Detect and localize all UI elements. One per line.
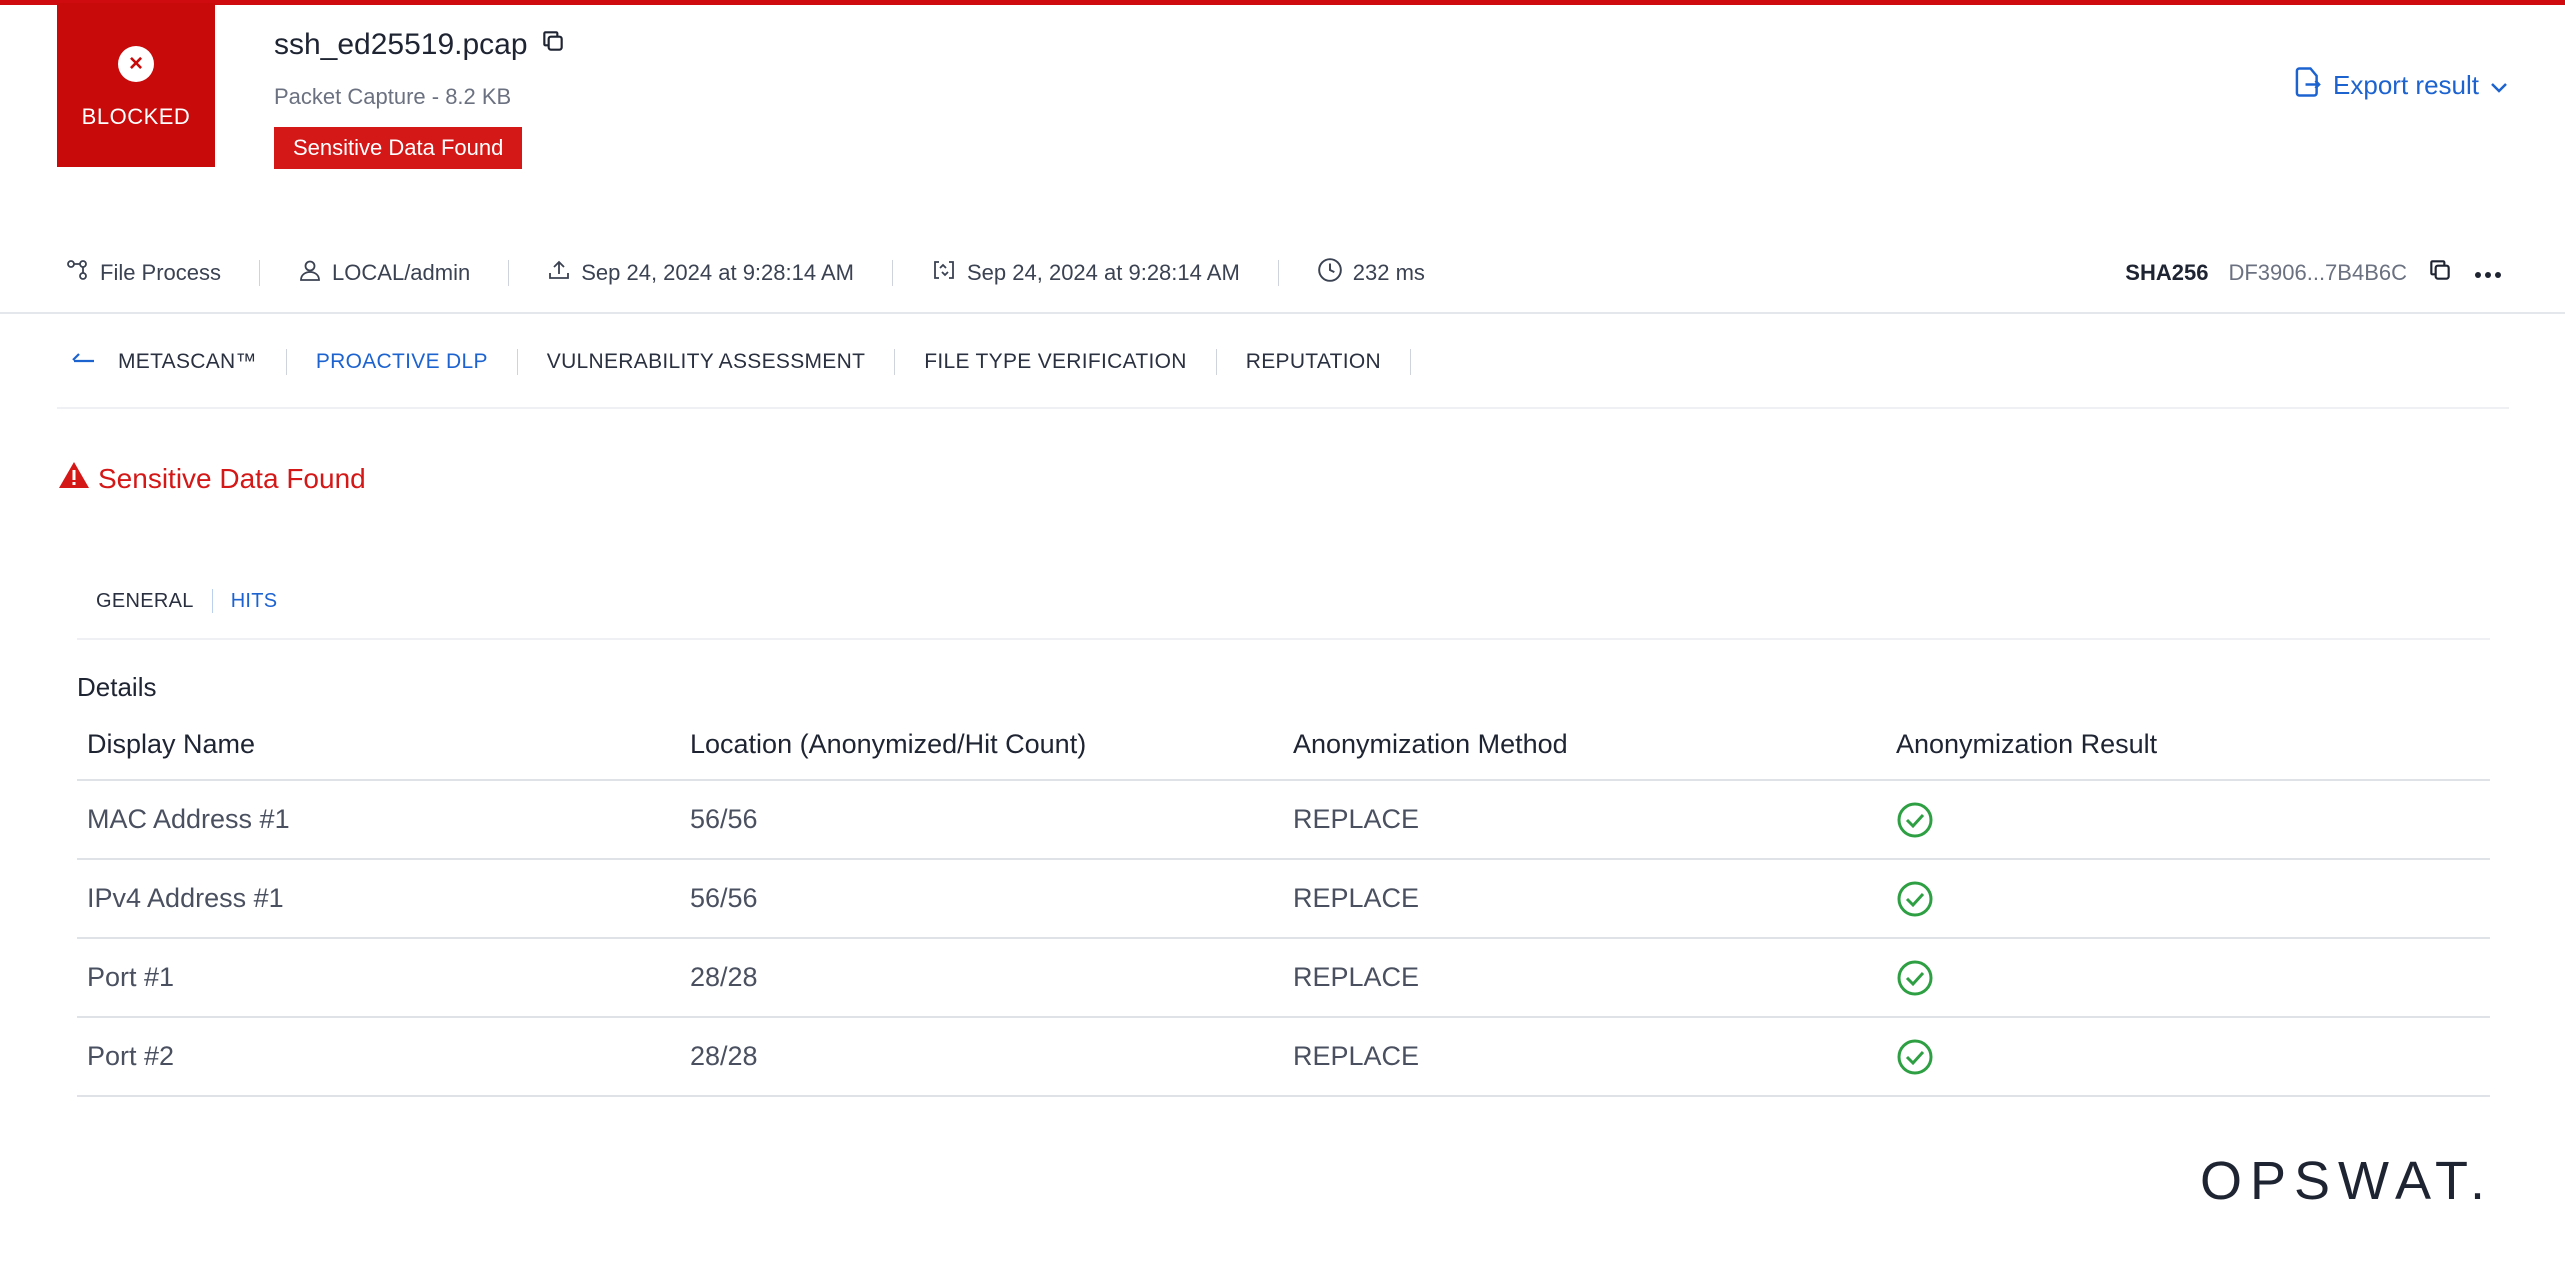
tab-file-type-verification[interactable]: FILE TYPE VERIFICATION xyxy=(924,350,1187,374)
table-row: Port #1 28/28 REPLACE xyxy=(77,938,2490,1018)
tab-proactive-dlp[interactable]: PROACTIVE DLP xyxy=(316,350,488,374)
tab-reputation[interactable]: REPUTATION xyxy=(1246,350,1381,374)
clock-icon xyxy=(1317,257,1343,289)
export-label: Export result xyxy=(2333,70,2479,100)
divider xyxy=(516,349,518,375)
cell-method: REPLACE xyxy=(1283,938,1886,1018)
warning-icon xyxy=(58,460,90,497)
hash-label: SHA256 xyxy=(2125,260,2209,285)
cell-result xyxy=(1886,1017,2490,1097)
subtab-hits[interactable]: HITS xyxy=(231,590,278,613)
table-row: IPv4 Address #1 56/56 REPLACE xyxy=(77,859,2490,939)
sensitive-data-tag: Sensitive Data Found xyxy=(274,127,523,169)
header-divider xyxy=(0,312,2565,314)
tab-metascan[interactable]: METASCAN™ xyxy=(118,350,257,374)
back-arrow-icon[interactable] xyxy=(70,350,96,374)
upload-time-item: Sep 24, 2024 at 9:28:14 AM xyxy=(547,258,854,288)
cell-method: REPLACE xyxy=(1283,780,1886,860)
hash-info: SHA256 DF3906...7B4B6C xyxy=(2125,252,2503,294)
col-location[interactable]: Location (Anonymized/Hit Count) xyxy=(680,710,1283,781)
file-process-label: File Process xyxy=(100,260,222,285)
divider xyxy=(1215,349,1217,375)
engine-tabs: METASCAN™ PROACTIVE DLP VULNERABILITY AS… xyxy=(70,344,1440,380)
more-options-icon[interactable] xyxy=(2473,260,2503,286)
check-circle-icon xyxy=(1897,802,1933,837)
cell-location: 56/56 xyxy=(680,859,1283,939)
divider xyxy=(1277,260,1279,286)
file-process-item[interactable]: File Process xyxy=(66,259,221,287)
close-circle-icon: × xyxy=(118,46,154,82)
divider xyxy=(211,589,213,613)
cell-display-name: Port #1 xyxy=(77,938,680,1018)
table-row: Port #2 28/28 REPLACE xyxy=(77,1017,2490,1097)
copy-hash-icon[interactable] xyxy=(2427,257,2453,289)
user-item: LOCAL/admin xyxy=(298,258,470,288)
file-name: ssh_ed25519.pcap xyxy=(274,28,566,62)
check-circle-icon xyxy=(1897,960,1933,995)
result-subtabs: GENERAL HITS xyxy=(96,585,277,617)
hits-table: Display Name Location (Anonymized/Hit Co… xyxy=(77,710,2490,1097)
tabs-divider xyxy=(57,407,2509,409)
chevron-down-icon xyxy=(2489,70,2509,101)
duration: 232 ms xyxy=(1352,260,1425,285)
subtab-general[interactable]: GENERAL xyxy=(96,590,194,613)
cell-result xyxy=(1886,859,2490,939)
cell-location: 28/28 xyxy=(680,1017,1283,1097)
cell-method: REPLACE xyxy=(1283,1017,1886,1097)
cell-result xyxy=(1886,780,2490,860)
col-anonymization-method[interactable]: Anonymization Method xyxy=(1283,710,1886,781)
subtabs-divider xyxy=(77,638,2490,640)
col-display-name[interactable]: Display Name xyxy=(77,710,680,781)
workflow-icon xyxy=(66,259,90,287)
tab-vulnerability-assessment[interactable]: VULNERABILITY ASSESSMENT xyxy=(547,350,865,374)
col-anonymization-result[interactable]: Anonymization Result xyxy=(1886,710,2490,781)
alert-text: Sensitive Data Found xyxy=(98,462,366,494)
divider xyxy=(1409,349,1411,375)
upload-icon xyxy=(547,258,571,288)
table-row: MAC Address #1 56/56 REPLACE xyxy=(77,780,2490,860)
table-header-row: Display Name Location (Anonymized/Hit Co… xyxy=(77,710,2490,781)
blocked-status-badge: × BLOCKED xyxy=(57,3,215,167)
status-label: BLOCKED xyxy=(81,104,191,129)
check-circle-icon xyxy=(1897,881,1933,916)
export-result-button[interactable]: Export result xyxy=(2293,66,2509,105)
cell-location: 28/28 xyxy=(680,938,1283,1018)
divider xyxy=(892,260,893,286)
divider xyxy=(508,260,510,286)
divider xyxy=(285,349,287,375)
hash-value: DF3906...7B4B6C xyxy=(2228,260,2407,285)
duration-item: 232 ms xyxy=(1317,257,1425,289)
user-label: LOCAL/admin xyxy=(332,260,471,285)
file-name-text: ssh_ed25519.pcap xyxy=(274,28,528,61)
user-icon xyxy=(298,258,322,288)
upload-time: Sep 24, 2024 at 9:28:14 AM xyxy=(581,260,854,285)
file-type-size: Packet Capture - 8.2 KB xyxy=(274,84,512,109)
process-cycle-icon xyxy=(931,258,957,288)
cell-display-name: MAC Address #1 xyxy=(77,780,680,860)
opswat-logo: OPSWAT. xyxy=(2200,1151,2494,1211)
export-icon xyxy=(2293,66,2323,105)
cell-method: REPLACE xyxy=(1283,859,1886,939)
processed-time-item: Sep 24, 2024 at 9:28:14 AM xyxy=(931,258,1240,288)
check-circle-icon xyxy=(1897,1039,1933,1074)
cell-location: 56/56 xyxy=(680,780,1283,860)
sensitive-data-alert: Sensitive Data Found xyxy=(58,460,366,497)
divider xyxy=(894,349,896,375)
top-accent-line xyxy=(0,0,2565,5)
details-title: Details xyxy=(77,672,157,702)
cell-display-name: Port #2 xyxy=(77,1017,680,1097)
divider xyxy=(259,260,261,286)
cell-display-name: IPv4 Address #1 xyxy=(77,859,680,939)
copy-icon[interactable] xyxy=(540,28,566,62)
processed-time: Sep 24, 2024 at 9:28:14 AM xyxy=(967,260,1240,285)
cell-result xyxy=(1886,938,2490,1018)
